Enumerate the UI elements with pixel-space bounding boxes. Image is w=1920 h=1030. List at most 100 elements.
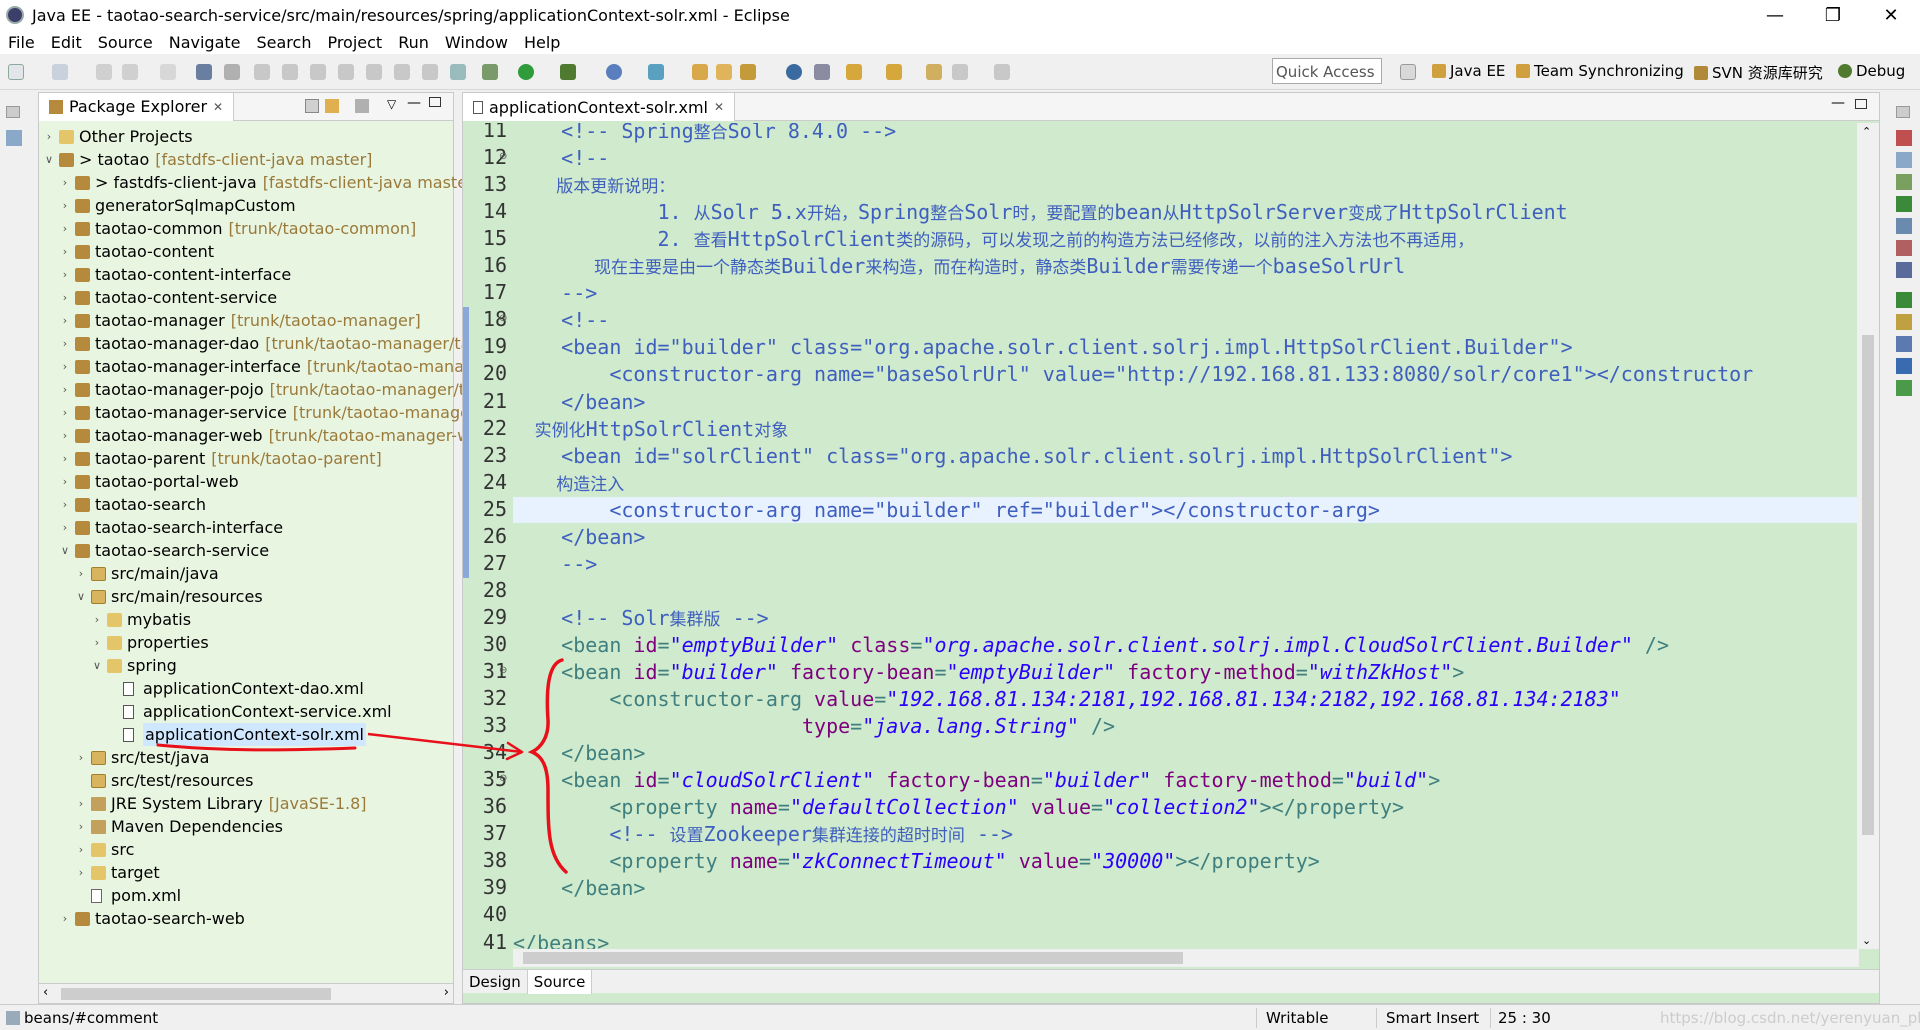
menu-window[interactable]: Window [437, 33, 516, 52]
code-line[interactable]: 2. 查看HttpSolrClient类的源码，可以发现之前的构造方法已经修改，… [513, 226, 1474, 252]
tree-item[interactable]: › taotao-manager-interface [trunk/taotao-m… [39, 355, 484, 378]
markers-icon[interactable] [1896, 240, 1912, 256]
menu-navigate[interactable]: Navigate [161, 33, 249, 52]
scroll-left-icon[interactable]: ‹ [43, 985, 48, 1000]
chevron-right-icon[interactable]: › [59, 401, 71, 424]
fold-toggle-icon[interactable]: ⊖ [499, 665, 507, 676]
tree-item[interactable]: ∨ src/main/resources [39, 585, 453, 608]
use-step-filters-icon[interactable] [450, 64, 466, 80]
snippets-icon[interactable] [1896, 358, 1912, 374]
properties-icon[interactable] [1896, 218, 1912, 234]
tree-item[interactable]: › mybatis [39, 608, 453, 631]
data-source-icon[interactable] [1896, 336, 1912, 352]
scroll-right-icon[interactable]: › [444, 985, 449, 1000]
hscroll-thumb[interactable] [61, 988, 331, 1000]
code-line[interactable]: <!-- 设置Zookeeper集群连接的超时时间 --> [513, 821, 1013, 847]
external-tools-icon[interactable] [606, 64, 622, 80]
code-line[interactable]: </beans> [513, 930, 609, 950]
tree-item[interactable]: › taotao-content-service [39, 286, 453, 309]
menu-run[interactable]: Run [390, 33, 437, 52]
chevron-right-icon[interactable]: › [75, 746, 87, 769]
tree-item[interactable]: applicationContext-service.xml [39, 700, 453, 723]
tree-item[interactable]: › taotao-manager-service [trunk/taotao-man… [39, 401, 482, 424]
code-line[interactable]: <bean id="emptyBuilder" class="org.apach… [513, 632, 1669, 658]
chevron-right-icon[interactable]: › [59, 355, 71, 378]
code-line[interactable]: <bean id="solrClient" class="org.apache.… [513, 443, 1512, 469]
perspective-java-ee[interactable]: Java EE [1432, 62, 1505, 80]
toggle-mark-icon[interactable] [814, 64, 830, 80]
tree-item[interactable]: › taotao-manager [trunk/taotao-manager] [39, 309, 453, 332]
package-explorer-hscrollbar[interactable]: ‹ › [39, 983, 453, 1003]
fold-toggle-icon[interactable]: ⊖ [499, 313, 507, 324]
restore-view-icon[interactable] [6, 106, 20, 118]
code-line[interactable]: 实例化HttpSolrClient对象 [513, 416, 789, 442]
code-line[interactable]: <bean id="builder" factory-bean="emptyBu… [513, 659, 1464, 685]
tree-item[interactable]: › src/test/java [39, 746, 453, 769]
resume-icon[interactable] [254, 64, 270, 80]
perspective-debug[interactable]: Debug [1838, 62, 1905, 80]
outline-icon[interactable] [1896, 152, 1912, 168]
code-line[interactable]: <bean id="cloudSolrClient" factory-bean=… [513, 767, 1440, 793]
tab-design[interactable]: Design [463, 970, 528, 994]
collapse-all-icon[interactable] [305, 99, 319, 113]
chevron-right-icon[interactable]: › [59, 424, 71, 447]
forward-icon[interactable] [994, 64, 1010, 80]
close-tab-icon[interactable]: ✕ [213, 100, 223, 114]
code-line[interactable]: type="java.lang.String" /> [513, 713, 1115, 739]
terminal-icon[interactable] [196, 64, 212, 80]
open-perspective-icon[interactable] [1400, 64, 1416, 80]
chevron-right-icon[interactable]: › [59, 194, 71, 217]
code-line[interactable]: <constructor-arg name="builder" ref="bui… [513, 496, 1859, 523]
chevron-right-icon[interactable]: › [59, 493, 71, 516]
next-annotation-icon[interactable] [846, 64, 862, 80]
code-line[interactable]: </bean> [513, 389, 645, 415]
open-type-icon[interactable] [692, 64, 708, 80]
terminate-icon[interactable] [310, 64, 326, 80]
minimize-icon[interactable]: — [1746, 0, 1804, 30]
maximize-editor-icon[interactable] [1855, 99, 1867, 109]
code-line[interactable]: --> [513, 280, 597, 306]
source-code[interactable]: <!-- Spring整合Solr 8.4.0 --> <!-- 版本更新说明：… [513, 123, 1859, 949]
tree-item[interactable]: › taotao-search-interface [39, 516, 453, 539]
code-line[interactable]: </bean> [513, 875, 645, 901]
outline-view-icon[interactable] [6, 130, 22, 146]
problems-icon[interactable] [1896, 196, 1912, 212]
menu-project[interactable]: Project [319, 33, 390, 52]
fold-toggle-icon[interactable]: ⊖ [499, 773, 507, 784]
code-line[interactable]: <constructor-arg name="baseSolrUrl" valu… [513, 361, 1753, 387]
code-line[interactable]: --> [513, 551, 597, 577]
last-edit-location-icon[interactable] [926, 64, 942, 80]
chevron-right-icon[interactable]: › [91, 631, 103, 654]
maximize-view-icon[interactable] [429, 97, 441, 107]
restore-view-icon[interactable] [1896, 106, 1910, 118]
chevron-down-icon[interactable]: ∨ [75, 585, 87, 608]
tree-item[interactable]: › taotao-manager-dao [trunk/taotao-manager… [39, 332, 480, 355]
code-line[interactable]: <!-- [513, 145, 609, 171]
minimize-editor-icon[interactable]: — [1831, 95, 1845, 111]
chevron-right-icon[interactable]: › [59, 309, 71, 332]
chevron-right-icon[interactable]: › [75, 861, 87, 884]
tree-item[interactable]: › taotao-parent [trunk/taotao-parent] [39, 447, 453, 470]
chevron-right-icon[interactable]: › [75, 562, 87, 585]
tree-item[interactable]: › taotao-search [39, 493, 453, 516]
server-icon[interactable] [482, 64, 498, 80]
tree-item[interactable]: ∨ taotao-search-service [39, 539, 453, 562]
editor-tab-applicationcontext-solr[interactable]: applicationContext-solr.xml ✕ [463, 93, 736, 121]
chevron-right-icon[interactable]: › [91, 608, 103, 631]
code-line[interactable]: </bean> [513, 524, 645, 550]
tree-item[interactable]: › taotao-manager-pojo [trunk/taotao-manage… [39, 378, 475, 401]
perspective-svn[interactable]: SVN 资源库研究 [1694, 62, 1823, 83]
code-line[interactable]: <!-- [513, 307, 609, 333]
junit-icon[interactable] [1896, 380, 1912, 396]
debug-icon[interactable] [560, 64, 576, 80]
step-into-icon[interactable] [366, 64, 382, 80]
search-icon[interactable] [740, 64, 756, 80]
open-task-icon[interactable] [716, 64, 732, 80]
editor-vscrollbar[interactable]: ⌃ ⌄ [1857, 123, 1879, 949]
code-line[interactable]: <!-- Spring整合Solr 8.4.0 --> [513, 123, 896, 144]
code-line[interactable]: <constructor-arg value="192.168.81.134:2… [513, 686, 1620, 712]
back-icon[interactable] [952, 64, 968, 80]
focus-icon[interactable] [355, 99, 369, 113]
close-tab-icon[interactable]: ✕ [714, 100, 724, 114]
quick-access-input[interactable]: Quick Access [1272, 58, 1382, 84]
